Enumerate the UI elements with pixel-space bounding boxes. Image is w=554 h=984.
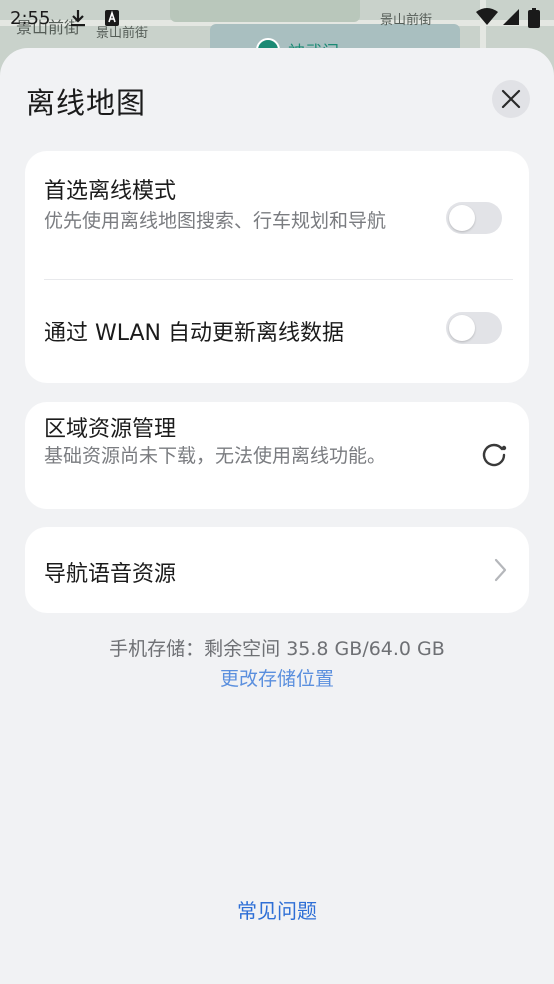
preferred-offline-title: 首选离线模式 [44,179,177,204]
toggle-knob [449,315,475,341]
signal-icon [502,8,520,31]
status-bar: 2:55 [0,0,554,36]
close-button[interactable] [492,80,530,118]
region-resources-subtitle: 基础资源尚未下载，无法使用离线功能。 [44,445,387,467]
change-storage-link[interactable]: 更改存储位置 [0,664,554,691]
loading-icon [482,443,507,467]
chevron-right-icon [494,558,507,582]
battery-icon [528,8,540,33]
voice-resources-title: 导航语音资源 [44,562,177,587]
divider [44,279,513,280]
offline-settings-card: 首选离线模式 优先使用离线地图搜索、行车规划和导航 通过 WLAN 自动更新离线… [25,151,529,383]
wlan-update-toggle[interactable] [446,312,502,344]
status-time: 2:55 [10,8,51,29]
toggle-knob [449,205,475,231]
wlan-update-title: 通过 WLAN 自动更新离线数据 [44,321,345,346]
voice-resources-card[interactable]: 导航语音资源 [25,527,529,613]
sheet-title: 离线地图 [26,86,147,120]
close-icon [501,89,521,109]
offline-map-sheet: 离线地图 首选离线模式 优先使用离线地图搜索、行车规划和导航 通过 WLAN 自… [0,48,554,984]
notification-icon [104,8,120,33]
download-icon [70,8,86,33]
preferred-offline-toggle[interactable] [446,202,502,234]
faq-link[interactable]: 常见问题 [0,895,554,924]
screen: 景山前街 景山前街 景山前街 神武门 2:55 [0,0,554,984]
region-resources-card[interactable]: 区域资源管理 基础资源尚未下载，无法使用离线功能。 [25,402,529,509]
wifi-icon [476,8,498,31]
preferred-offline-subtitle: 优先使用离线地图搜索、行车规划和导航 [44,210,387,232]
storage-info: 手机存储：剩余空间 35.8 GB/64.0 GB [109,638,445,660]
